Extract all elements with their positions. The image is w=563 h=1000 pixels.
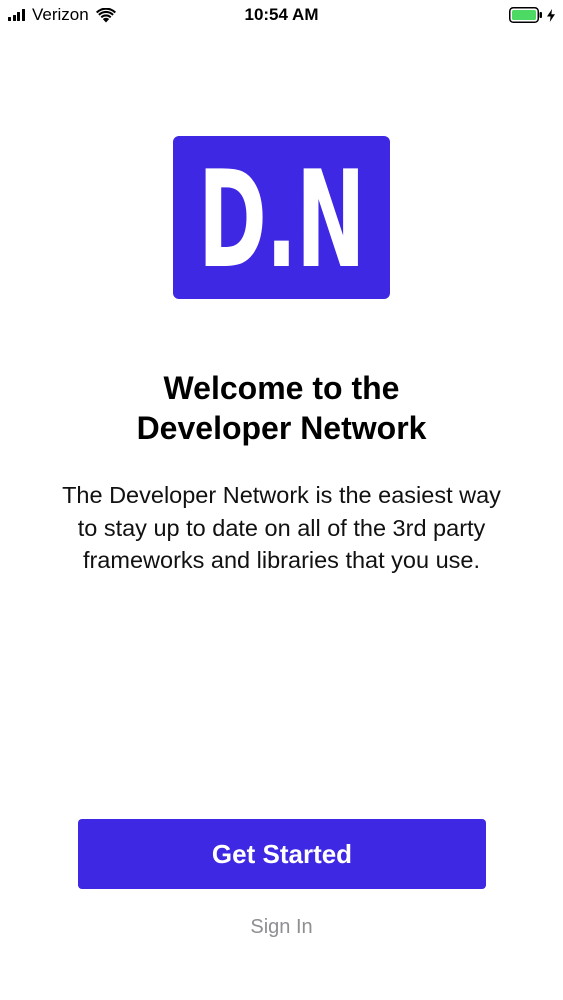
welcome-title-line-2: Developer Network <box>136 410 427 446</box>
sign-in-link[interactable]: Sign In <box>0 916 563 939</box>
battery-icon <box>509 7 543 23</box>
welcome-title-line-1: Welcome to the <box>163 370 400 406</box>
status-bar-right <box>509 5 555 25</box>
logo-text: D.N <box>198 141 366 298</box>
welcome-title: Welcome to the Developer Network <box>0 368 563 448</box>
app-logo: D.N <box>173 136 390 299</box>
status-bar-time: 10:54 AM <box>244 5 319 24</box>
onboarding-screen: Verizon 10:54 AM D.N Welcome to the Deve… <box>0 0 563 1000</box>
get-started-button[interactable]: Get Started <box>78 819 486 889</box>
charging-bolt-icon <box>547 8 555 22</box>
status-bar: Verizon 10:54 AM <box>0 0 563 30</box>
welcome-description: The Developer Network is the easiest way… <box>62 482 501 573</box>
